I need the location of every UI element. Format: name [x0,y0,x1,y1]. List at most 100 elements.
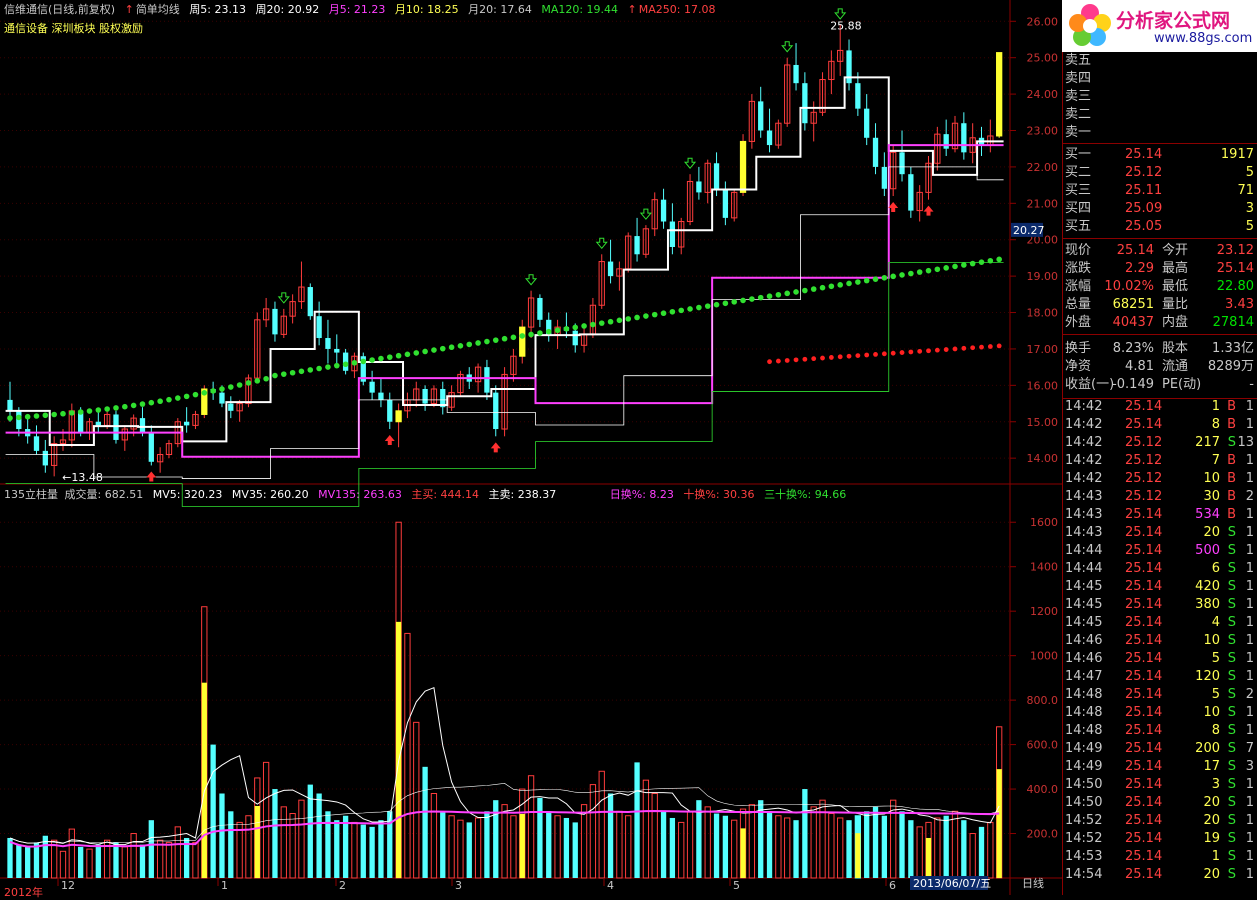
volume-bar [846,820,852,878]
ma120-dot [360,358,367,365]
candle-body [696,181,702,193]
tick-row: 14:50 25.14 20 S 1 [1063,794,1257,812]
volume-bar [289,813,296,879]
main-chart[interactable]: 26.0025.0024.0023.0022.0021.0020.0019.00… [0,0,1062,895]
ma250-dot [890,350,896,356]
tick-volume: 1 [1211,399,1220,414]
candle [704,159,711,204]
volume-bar [325,811,331,878]
tick-row: 14:46 25.14 10 S 1 [1063,632,1257,650]
tick-row: 14:46 25.14 5 S 1 [1063,650,1257,668]
candle [739,134,747,197]
mv5-value: MV5: 320.23 [152,488,223,501]
ma120-dot [846,280,852,287]
volume-header: 135立柱量 成交量: 682.51 MV5: 320.23 MV35: 260… [4,488,852,501]
volume-bar [669,817,676,878]
chart-header: 信维通信(日线,前复权) ↑ 简单均线 周5: 23.13 周20: 20.92 … [4,3,721,16]
candle [192,410,199,430]
ma250-dot [767,359,772,365]
volume-bar [722,815,729,878]
ma120-dot [484,338,490,345]
volume-bar [775,815,782,879]
tick-time: 14:43 [1065,525,1103,540]
ma120-dot [422,348,428,355]
buy-arrow-icon [384,435,395,446]
stat-label: 现价 [1065,243,1092,258]
buy-level-label: 买一 [1065,147,1092,162]
tick-count: 13 [1237,435,1254,450]
tick-row: 14:45 25.14 380 S 1 [1063,596,1257,614]
tick-price: 25.14 [1125,615,1163,630]
candle [378,378,384,408]
candle [280,308,287,339]
volume-bar [360,824,366,878]
volume-bar [501,804,508,879]
tick-direction: S [1227,633,1236,648]
volume-bar [527,775,535,879]
candle-body [307,287,313,317]
stat-value: -0.149 [1112,377,1154,392]
stat-label: 最低 [1162,279,1189,294]
ma120-dot [987,257,994,264]
main-buy-value: 主买: 444.14 [411,488,480,501]
tick-row: 14:44 25.14 6 S 1 [1063,560,1257,578]
tick-count: 1 [1245,417,1254,432]
volume-bar [731,819,738,879]
price-tick-label: 17.00 [1027,343,1059,356]
ma120-dot [501,335,508,342]
volume-bar [156,839,164,879]
candle [669,203,676,255]
ma120-dot [466,341,473,348]
volume-bar [793,820,799,878]
sell-level-label: 卖二 [1065,107,1092,122]
ma250-dot [881,351,887,357]
tick-volume: 217 [1195,435,1220,450]
tick-row: 14:52 25.14 20 S 1 [1063,812,1257,830]
flower-logo-icon [1069,4,1111,46]
ma120-dot [634,314,640,321]
candle [642,225,650,258]
ma120-dot [386,354,393,360]
tick-price: 25.14 [1125,741,1163,756]
volume-bar [634,762,640,878]
volume-bar [802,789,808,878]
tick-price: 25.14 [1125,867,1163,882]
tick-price: 25.14 [1125,543,1163,558]
volume-bar [334,820,340,878]
current-price-tag: 20.27 [1013,224,1045,237]
ma120-dot [625,316,632,322]
candle-body [228,403,234,411]
candle [846,39,852,91]
candle [422,385,428,411]
tick-time: 14:48 [1065,723,1103,738]
tick-price: 25.14 [1125,831,1163,846]
tick-time: 14:49 [1065,741,1103,756]
candle-body [493,392,499,430]
vol-indicator-name: 135立柱量 [4,488,58,501]
stat-row: 涨幅 10.02% 最低 22.80 [1063,278,1257,296]
volume-bar [78,846,84,878]
volume-bar [908,820,914,878]
tick-volume: 4 [1211,615,1220,630]
tick-direction: S [1227,741,1236,756]
candle [334,334,340,364]
volume-bar [25,846,31,878]
ma120-dot [42,412,49,419]
tick-count: 1 [1245,777,1254,792]
buy-level-label: 买四 [1065,201,1092,216]
buy-level-label: 买二 [1065,165,1092,180]
ma120-dot [280,371,287,377]
tick-row: 14:45 25.14 4 S 1 [1063,614,1257,632]
sell-arrow-icon [595,237,608,250]
ma120-dot [740,297,746,304]
sell-arrow-icon [834,8,847,20]
tick-volume: 17 [1203,759,1220,774]
tick-price: 25.14 [1125,705,1163,720]
stat-label: 总量 [1065,297,1092,312]
tick-direction: S [1227,615,1236,630]
ma120-dot [784,290,791,297]
tick-direction: B [1227,399,1236,414]
volume-tick-label: 400.0 [1027,783,1059,796]
sell-arrow-icon [781,41,794,53]
ma250-dot [908,349,914,355]
